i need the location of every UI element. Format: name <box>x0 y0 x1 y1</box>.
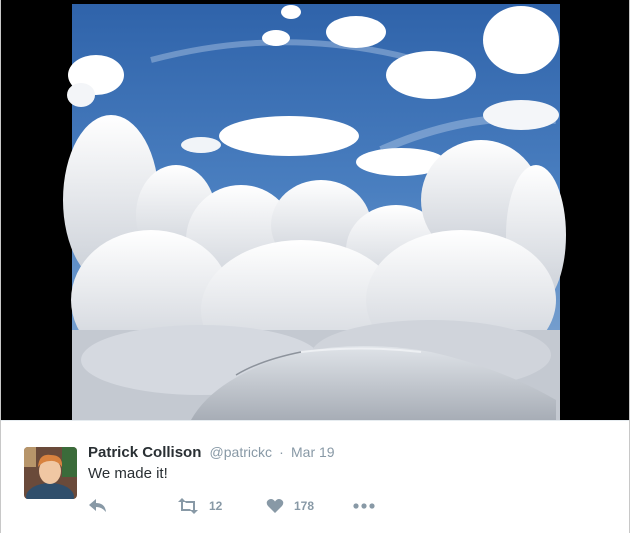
retweet-count: 12 <box>209 499 223 513</box>
like-button[interactable]: 178 <box>266 495 314 517</box>
tweet-date[interactable]: Mar 19 <box>291 444 335 460</box>
reply-button[interactable] <box>88 495 108 517</box>
like-count: 178 <box>294 499 315 513</box>
author-name[interactable]: Patrick Collison <box>88 444 201 461</box>
tweet-photo[interactable] <box>1 0 629 420</box>
avatar-image <box>24 447 77 499</box>
reply-icon <box>89 499 106 512</box>
tweet-card: Patrick Collison @patrickc · Mar 19 We m… <box>0 0 630 533</box>
separator: · <box>279 444 284 460</box>
author-handle[interactable]: @patrickc <box>210 444 272 460</box>
more-dots-icon <box>353 503 375 509</box>
tweet-body: Patrick Collison @patrickc · Mar 19 We m… <box>1 420 629 533</box>
tweet-actions: 12 178 <box>1 495 629 517</box>
tweet-header: Patrick Collison @patrickc · Mar 19 <box>88 443 335 462</box>
avatar[interactable] <box>24 447 77 499</box>
heart-icon <box>266 499 284 513</box>
retweet-button[interactable]: 12 <box>177 495 222 517</box>
tweet-text: We made it! <box>88 465 168 482</box>
retweet-icon <box>178 498 198 514</box>
more-button[interactable] <box>352 495 376 517</box>
photo-clouds-over-wing <box>1 0 629 420</box>
